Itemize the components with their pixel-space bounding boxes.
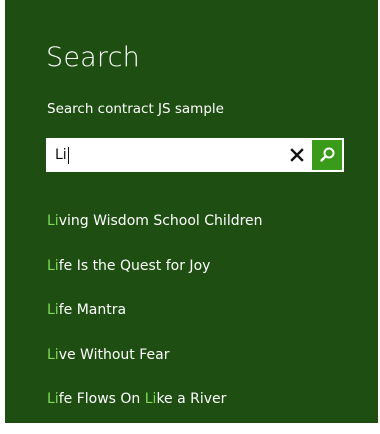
close-icon bbox=[290, 148, 304, 162]
suggestion-match-text: Li bbox=[47, 302, 59, 318]
search-submit-button[interactable] bbox=[312, 140, 342, 170]
search-icon bbox=[320, 147, 335, 162]
suggestion-item[interactable]: Live Without Fear bbox=[47, 345, 367, 390]
suggestion-item[interactable]: Life Mantra bbox=[47, 300, 367, 345]
suggestion-item[interactable]: Life Flows On Like a River bbox=[47, 389, 367, 434]
clear-button[interactable] bbox=[282, 140, 312, 170]
suggestion-text: fe Mantra bbox=[58, 302, 127, 318]
suggestion-item[interactable]: Life Is the Quest for Joy bbox=[47, 256, 367, 301]
search-box: Li bbox=[46, 138, 344, 172]
screen-edge-left bbox=[0, 0, 5, 423]
pane-subtitle: Search contract JS sample bbox=[47, 101, 224, 117]
suggestion-text: fe Flows On bbox=[58, 391, 145, 407]
search-pane: Search Search contract JS sample Li Livi… bbox=[0, 0, 380, 423]
search-query-text: Li bbox=[55, 147, 67, 163]
suggestion-match-text: Li bbox=[47, 213, 59, 229]
text-caret bbox=[67, 146, 69, 164]
pane-title: Search bbox=[46, 42, 140, 73]
suggestion-match-text: Li bbox=[47, 346, 59, 363]
suggestion-match-text: Li bbox=[47, 257, 59, 274]
suggestion-match-text: Li bbox=[47, 391, 59, 407]
search-input[interactable]: Li bbox=[46, 138, 276, 172]
suggestion-text: ve Without Fear bbox=[58, 346, 170, 363]
suggestion-text: fe Is the Quest for Joy bbox=[58, 257, 211, 274]
suggestion-text: ke a River bbox=[156, 391, 227, 407]
suggestion-match-text: Li bbox=[144, 391, 157, 407]
suggestion-item[interactable]: Living Wisdom School Children bbox=[47, 211, 367, 256]
suggestion-list: Living Wisdom School Children Life Is the… bbox=[47, 211, 367, 434]
suggestion-text: ving Wisdom School Children bbox=[58, 213, 263, 229]
